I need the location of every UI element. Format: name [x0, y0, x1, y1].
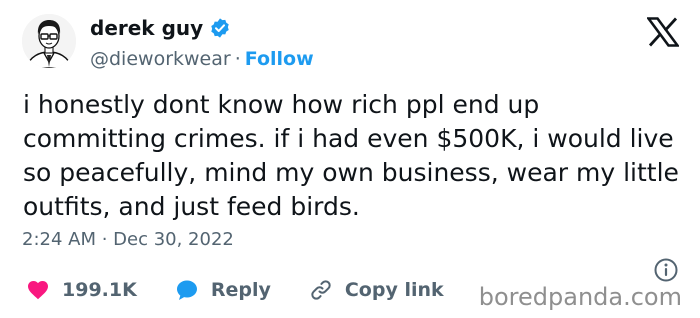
reply-button[interactable]: Reply [175, 278, 271, 302]
verified-badge-icon [209, 17, 231, 39]
like-count: 199.1K [62, 279, 137, 301]
like-button[interactable]: 199.1K [26, 278, 137, 302]
x-logo-icon[interactable] [645, 17, 681, 47]
author-name-row: derek guy [90, 16, 231, 40]
tweet-text: i honestly dont know how rich ppl end up… [23, 90, 679, 221]
handle-separator: · [234, 48, 241, 70]
copy-link-label: Copy link [344, 279, 444, 301]
reply-label: Reply [210, 279, 271, 301]
info-icon[interactable] [653, 257, 679, 283]
action-bar: 199.1K Reply Copy link [26, 278, 482, 302]
author-handle[interactable]: @dieworkwear [90, 48, 231, 70]
avatar[interactable] [22, 14, 76, 68]
watermark: boredpanda.com [478, 283, 682, 311]
reply-bubble-icon [176, 280, 197, 300]
copy-link-button[interactable]: Copy link [309, 278, 444, 302]
avatar-drawing [22, 14, 76, 68]
tweet-timestamp[interactable]: 2:24 AM · Dec 30, 2022 [22, 229, 234, 251]
heart-icon [28, 281, 48, 300]
link-icon [311, 280, 331, 300]
follow-button[interactable]: Follow [245, 48, 314, 70]
handle-row: @dieworkwear · Follow [90, 47, 314, 71]
display-name[interactable]: derek guy [90, 16, 203, 40]
